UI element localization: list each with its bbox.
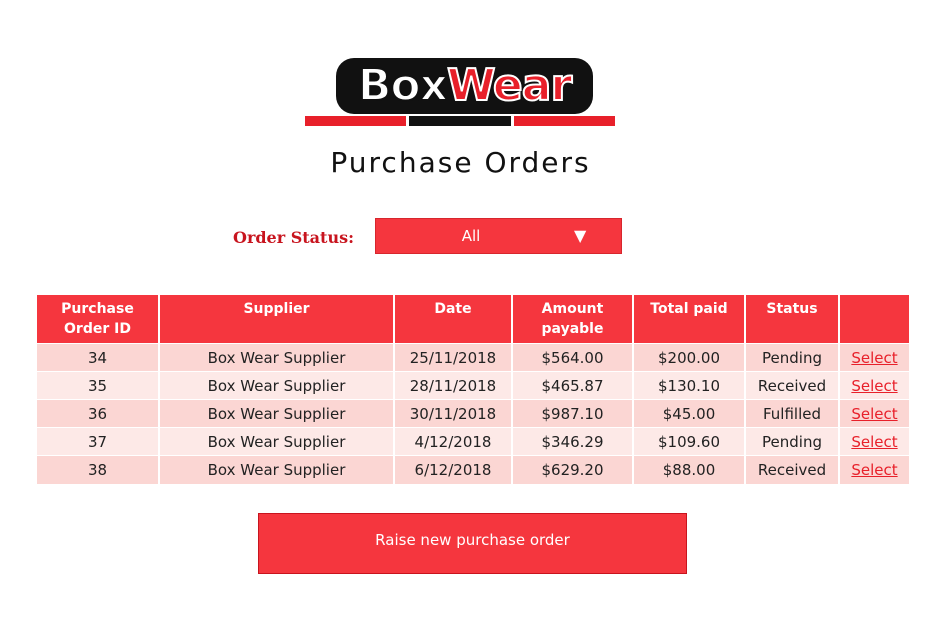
- cell-order-id: 34: [37, 343, 160, 372]
- order-status-selected-value: All: [461, 227, 481, 245]
- logo-stripe-right: [514, 116, 615, 126]
- select-link[interactable]: Select: [851, 377, 897, 395]
- amount-header-line-1: Amount: [541, 301, 604, 317]
- cell-supplier: Box Wear Supplier: [159, 343, 395, 372]
- cell-date: 6/12/2018: [394, 455, 513, 484]
- cell-date: 28/11/2018: [394, 371, 513, 400]
- page-title: Purchase Orders: [330, 146, 591, 179]
- cell-amount-payable: $564.00: [512, 343, 634, 372]
- cell-amount-payable: $465.87: [512, 371, 634, 400]
- column-header-supplier: Supplier: [159, 295, 395, 344]
- cell-order-id: 38: [37, 455, 160, 484]
- table-header-row: Purchase Order ID Supplier Date Amount pay…: [37, 295, 909, 344]
- cell-date: 4/12/2018: [394, 427, 513, 456]
- cell-status: Fulfilled: [745, 399, 840, 428]
- cell-supplier: Box Wear Supplier: [159, 427, 395, 456]
- amount-header-line-2: payable: [541, 321, 604, 337]
- logo-text-wear: Wear: [446, 59, 573, 112]
- select-link[interactable]: Select: [851, 433, 897, 451]
- cell-amount-payable: $987.10: [512, 399, 634, 428]
- table-row: 37 Box Wear Supplier 4/12/2018 $346.29 $…: [37, 427, 909, 456]
- cell-amount-payable: $346.29: [512, 427, 634, 456]
- logo-stripe-middle: [409, 116, 511, 126]
- cell-order-id: 35: [37, 371, 160, 400]
- table-row: 34 Box Wear Supplier 25/11/2018 $564.00 …: [37, 343, 909, 372]
- cell-action: Select: [839, 371, 909, 400]
- cell-action: Select: [839, 343, 909, 372]
- raise-new-purchase-order-button[interactable]: Raise new purchase order: [258, 513, 687, 574]
- cell-supplier: Box Wear Supplier: [159, 371, 395, 400]
- cell-action: Select: [839, 427, 909, 456]
- cell-total-paid: $88.00: [633, 455, 746, 484]
- select-link[interactable]: Select: [851, 461, 897, 479]
- cell-order-id: 37: [37, 427, 160, 456]
- column-header-action: [839, 295, 909, 344]
- cell-status: Pending: [745, 343, 840, 372]
- cell-total-paid: $130.10: [633, 371, 746, 400]
- purchase-orders-table: Purchase Order ID Supplier Date Amount pay…: [37, 295, 909, 484]
- cell-action: Select: [839, 455, 909, 484]
- logo-stripe-left: [305, 116, 406, 126]
- logo-wordmark: BoxWear: [336, 58, 593, 114]
- order-status-dropdown[interactable]: All ▼: [375, 218, 622, 254]
- cell-action: Select: [839, 399, 909, 428]
- cell-total-paid: $109.60: [633, 427, 746, 456]
- cell-date: 25/11/2018: [394, 343, 513, 372]
- cell-order-id: 36: [37, 399, 160, 428]
- select-link[interactable]: Select: [851, 405, 897, 423]
- cell-supplier: Box Wear Supplier: [159, 399, 395, 428]
- column-header-status: Status: [745, 295, 840, 344]
- dropdown-arrow-icon: ▼: [574, 226, 587, 245]
- table-row: 35 Box Wear Supplier 28/11/2018 $465.87 …: [37, 371, 909, 400]
- column-header-order-id: Purchase Order ID: [37, 295, 160, 344]
- column-header-date: Date: [394, 295, 513, 344]
- cell-status: Received: [745, 455, 840, 484]
- table-row: 38 Box Wear Supplier 6/12/2018 $629.20 $…: [37, 455, 909, 484]
- boxwear-logo: BoxWear: [305, 54, 615, 130]
- cell-total-paid: $45.00: [633, 399, 746, 428]
- purchase-orders-page: BoxWear Purchase Orders Order Status: Al…: [0, 0, 941, 619]
- cell-status: Received: [745, 371, 840, 400]
- order-id-header-line-1: Purchase: [61, 301, 134, 317]
- cell-date: 30/11/2018: [394, 399, 513, 428]
- column-header-total-paid: Total paid: [633, 295, 746, 344]
- order-id-header-line-2: Order ID: [64, 321, 131, 337]
- cell-total-paid: $200.00: [633, 343, 746, 372]
- logo-text-box: Box: [357, 59, 449, 112]
- cell-amount-payable: $629.20: [512, 455, 634, 484]
- cell-status: Pending: [745, 427, 840, 456]
- order-status-label: Order Status:: [233, 228, 354, 247]
- table-row: 36 Box Wear Supplier 30/11/2018 $987.10 …: [37, 399, 909, 428]
- column-header-amount-payable: Amount payable: [512, 295, 634, 344]
- cell-supplier: Box Wear Supplier: [159, 455, 395, 484]
- select-link[interactable]: Select: [851, 349, 897, 367]
